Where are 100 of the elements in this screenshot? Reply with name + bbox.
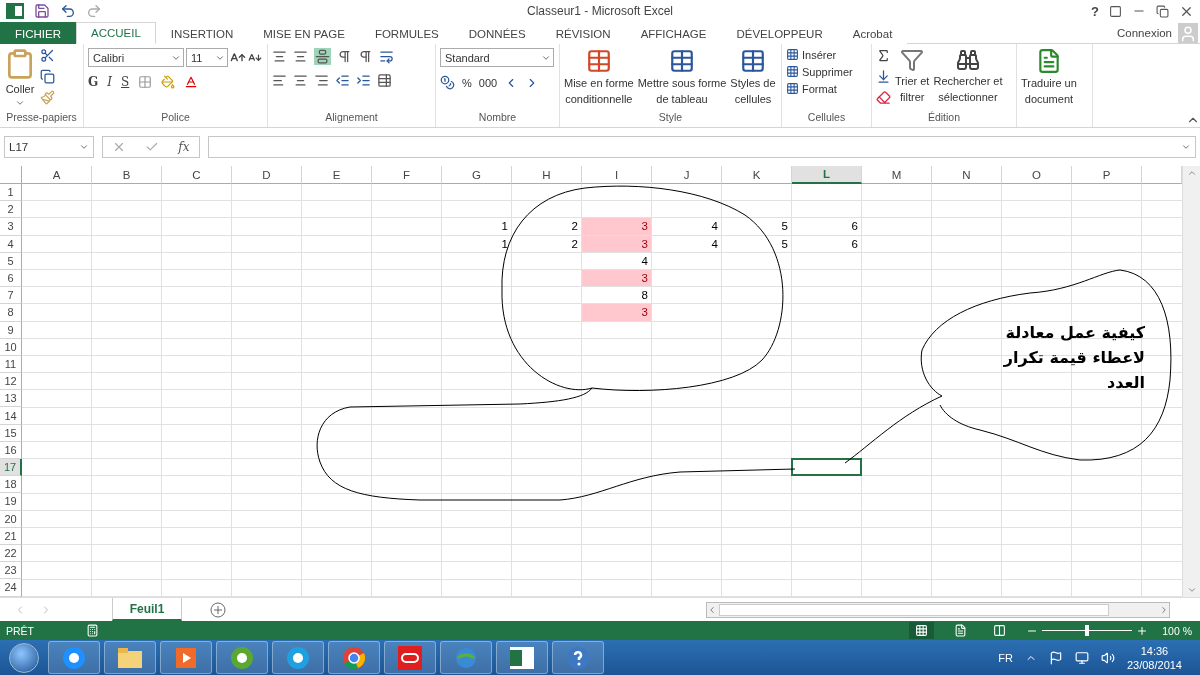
wrap-text-icon[interactable] — [379, 49, 394, 64]
style-button[interactable]: Styles de cellules — [730, 48, 776, 111]
column-header[interactable]: H — [512, 166, 582, 184]
cells-button[interactable]: Format — [786, 82, 837, 95]
taskbar-button[interactable] — [48, 641, 100, 674]
column-header[interactable]: P — [1072, 166, 1142, 184]
horizontal-scrollbar[interactable] — [706, 601, 1170, 618]
cells-button[interactable]: Insérer — [786, 48, 837, 61]
decrease-indent-icon[interactable] — [335, 73, 350, 88]
clear-icon[interactable] — [876, 90, 891, 105]
insert-function-button[interactable]: fx — [178, 140, 190, 154]
increase-indent-icon[interactable] — [356, 73, 371, 88]
save-icon[interactable] — [34, 3, 50, 19]
formula-field[interactable] — [208, 136, 1196, 158]
sheet-tab[interactable]: Feuil1 — [112, 598, 182, 621]
merge-icon[interactable] — [377, 73, 392, 88]
row-header[interactable]: 13 — [0, 390, 22, 408]
row-header[interactable]: 19 — [0, 493, 22, 511]
volume-icon[interactable] — [1100, 650, 1115, 665]
taskbar-button[interactable] — [272, 641, 324, 674]
row-header[interactable]: 12 — [0, 373, 22, 391]
clock[interactable]: 14:36 23/08/2014 — [1126, 643, 1182, 672]
copy-icon[interactable] — [40, 69, 55, 84]
ribbon-tab[interactable]: FICHIER — [0, 22, 76, 44]
row-header[interactable]: 7 — [0, 287, 22, 305]
taskbar-button[interactable] — [328, 641, 380, 674]
column-header[interactable]: E — [302, 166, 372, 184]
number-format-field[interactable]: Standard — [440, 48, 554, 67]
row-header[interactable]: 17 — [0, 459, 22, 477]
align-bottom-button[interactable] — [314, 48, 331, 65]
taskbar-button[interactable] — [104, 641, 156, 674]
column-header[interactable]: N — [932, 166, 1002, 184]
underline-button[interactable]: S — [121, 75, 130, 89]
column-header[interactable]: O — [1002, 166, 1072, 184]
column-header[interactable]: L — [792, 166, 862, 184]
zoom-level[interactable]: 100 % — [1162, 624, 1192, 637]
row-header[interactable]: 24 — [0, 579, 22, 597]
taskbar-button[interactable] — [384, 641, 436, 674]
taskbar-button[interactable] — [216, 641, 268, 674]
taskbar-button[interactable] — [496, 641, 548, 674]
new-sheet-icon[interactable] — [210, 601, 226, 618]
cut-icon[interactable] — [40, 48, 55, 63]
undo-icon[interactable] — [60, 3, 76, 19]
fill-icon[interactable] — [876, 69, 891, 84]
editing-button[interactable]: Trier et filtrer — [895, 48, 930, 111]
row-header[interactable]: 23 — [0, 562, 22, 580]
flag-icon[interactable] — [1048, 650, 1063, 665]
percent-button[interactable]: % — [462, 76, 472, 89]
paragraph-icon[interactable] — [358, 49, 373, 64]
bold-button[interactable]: G — [88, 75, 99, 89]
column-header[interactable]: K — [722, 166, 792, 184]
row-header[interactable]: 2 — [0, 201, 22, 219]
currency-icon[interactable] — [440, 75, 455, 90]
font-color-icon[interactable] — [184, 75, 199, 89]
column-header[interactable]: J — [652, 166, 722, 184]
fill-color-icon[interactable] — [161, 75, 176, 89]
sign-in-link[interactable]: Connexion — [1117, 26, 1172, 39]
taskbar-button[interactable] — [552, 641, 604, 674]
taskbar-button[interactable] — [160, 641, 212, 674]
column-header[interactable]: A — [22, 166, 92, 184]
align-right-icon[interactable] — [314, 73, 329, 88]
row-header[interactable]: 3 — [0, 218, 22, 236]
translate-button[interactable]: Traduire un document — [1021, 48, 1077, 127]
row-header[interactable]: 1 — [0, 184, 22, 202]
column-header[interactable]: B — [92, 166, 162, 184]
help-button[interactable]: ? — [1091, 3, 1099, 19]
row-header[interactable]: 8 — [0, 304, 22, 322]
scrollbar-thumb[interactable] — [719, 603, 1109, 616]
ribbon-display-icon[interactable] — [1109, 4, 1122, 18]
style-button[interactable]: Mettre sous forme de tableau — [637, 48, 727, 111]
zoom-in-icon[interactable] — [1136, 624, 1149, 637]
ribbon-tab[interactable]: ACCUEIL — [76, 22, 156, 44]
start-button[interactable] — [9, 642, 39, 673]
font-size-field[interactable]: 11 — [186, 48, 228, 67]
cells-button[interactable]: Supprimer — [786, 65, 853, 78]
normal-view-button[interactable] — [909, 622, 935, 639]
paste-button[interactable]: Coller — [4, 48, 36, 111]
editing-button[interactable]: Rechercher et sélectionner — [933, 48, 1003, 111]
align-center-icon[interactable] — [293, 73, 308, 88]
restore-icon[interactable] — [1156, 4, 1169, 18]
column-header[interactable]: C — [162, 166, 232, 184]
column-header[interactable]: I — [582, 166, 652, 184]
name-box[interactable]: L17 — [4, 136, 94, 158]
language-indicator[interactable]: FR — [998, 651, 1013, 664]
font-name-field[interactable]: Calibri — [88, 48, 184, 67]
column-header[interactable]: G — [442, 166, 512, 184]
row-header[interactable]: 18 — [0, 476, 22, 494]
autosum-icon[interactable] — [876, 48, 891, 63]
align-left-icon[interactable] — [272, 73, 287, 88]
row-header[interactable]: 14 — [0, 407, 22, 425]
thousands-button[interactable]: 000 — [478, 76, 498, 89]
network-icon[interactable] — [1074, 650, 1089, 665]
align-middle-icon[interactable] — [293, 49, 308, 64]
app-icon — [230, 645, 254, 670]
column-header[interactable]: M — [862, 166, 932, 184]
column-header[interactable]: F — [372, 166, 442, 184]
italic-button[interactable]: I — [107, 75, 112, 89]
style-button[interactable]: Mise en forme conditionnelle — [564, 48, 634, 111]
column-header[interactable]: D — [232, 166, 302, 184]
zoom-thumb[interactable] — [1085, 625, 1090, 636]
